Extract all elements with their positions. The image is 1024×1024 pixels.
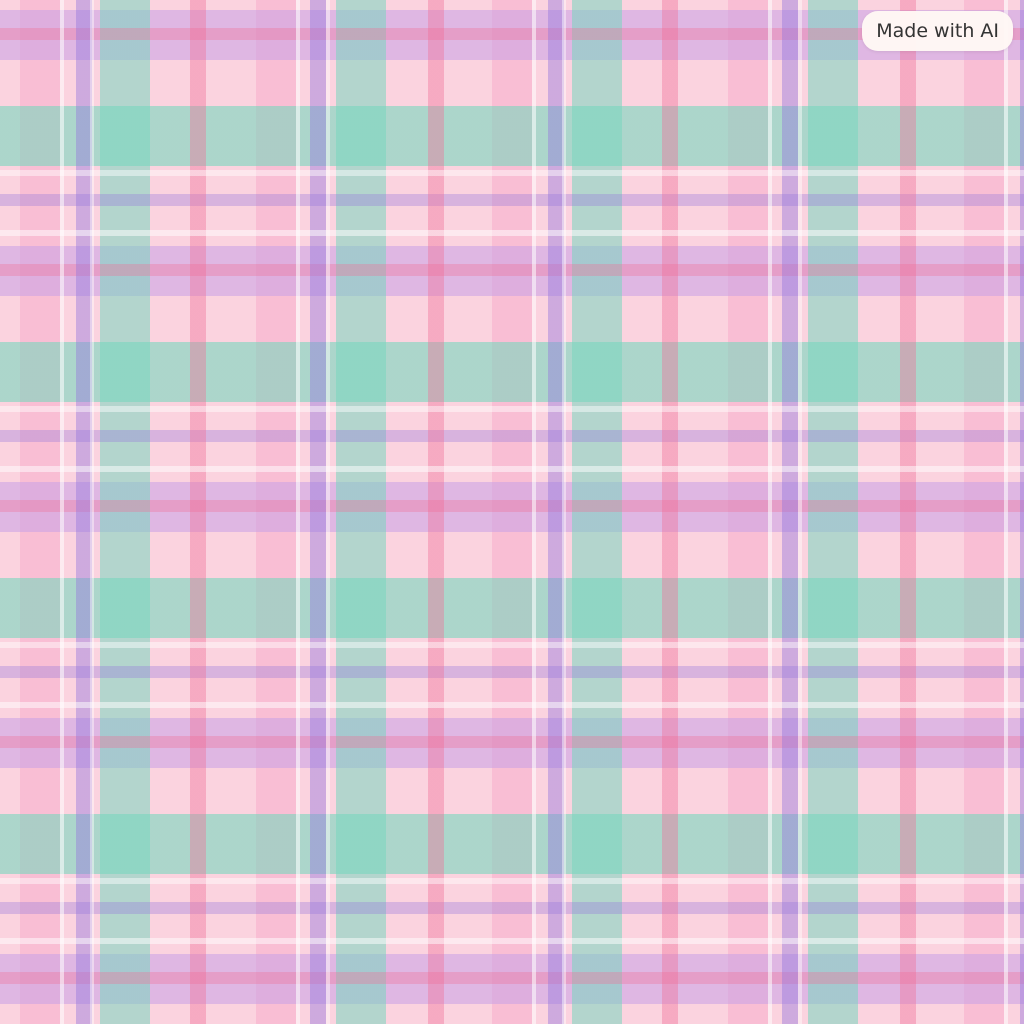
- made-with-ai-badge: Made with AI: [862, 11, 1013, 51]
- badge-label: Made with AI: [876, 20, 999, 42]
- plaid-background: [0, 0, 1024, 1024]
